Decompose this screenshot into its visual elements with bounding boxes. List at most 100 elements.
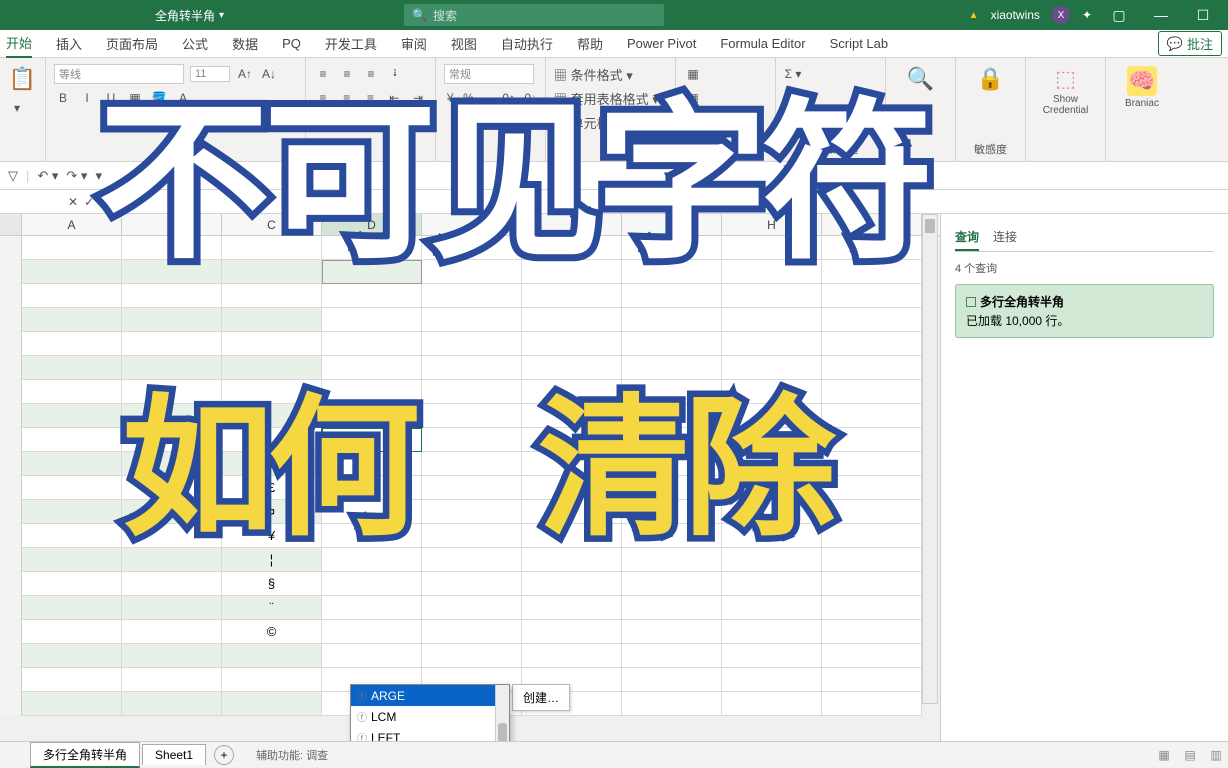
status-text: 辅助功能: 调查 — [256, 747, 328, 763]
column-headers: A C D H — [0, 214, 940, 236]
delete-cells[interactable]: ▦ — [684, 91, 702, 105]
minimize-button[interactable]: — — [1146, 7, 1176, 23]
comma-button[interactable]: , — [481, 91, 493, 105]
col-A[interactable]: A — [22, 214, 122, 235]
col-I[interactable] — [822, 214, 922, 235]
border-button[interactable]: ▦ — [126, 91, 144, 105]
col-G[interactable] — [622, 214, 722, 235]
user-name[interactable]: xiaotwins — [991, 8, 1040, 22]
tab-scriptlab[interactable]: Script Lab — [830, 32, 889, 55]
tab-developer[interactable]: 开发工具 — [325, 30, 377, 57]
tab-formula-editor[interactable]: Formula Editor — [720, 32, 805, 55]
align-mid[interactable]: ≡ — [338, 67, 356, 81]
tab-layout[interactable]: 页面布局 — [106, 30, 158, 57]
italic-button[interactable]: I — [78, 91, 96, 105]
align-left[interactable]: ≡ — [314, 91, 332, 105]
autocomplete-item[interactable]: ⓕARGE — [351, 685, 509, 706]
autocomplete-item[interactable]: ⓕLCM — [351, 706, 509, 727]
cond-format-button[interactable]: ▦ 条件格式 ▾ — [554, 65, 633, 84]
warning-icon[interactable]: ▲ — [969, 10, 979, 21]
currency-button[interactable]: ¥ — [444, 91, 456, 105]
view-break-icon[interactable]: ▥ — [1204, 748, 1228, 762]
query-icon — [966, 297, 976, 307]
cell-style-button[interactable]: ▦ 单元样式 ▾ — [554, 113, 633, 132]
format-cells[interactable]: ▦ — [684, 115, 702, 129]
col-B[interactable] — [122, 214, 222, 235]
tab-automate[interactable]: 自动执行 — [501, 30, 553, 57]
tab-review[interactable]: 审阅 — [401, 30, 427, 57]
table-style-button[interactable]: ▦ 套用表格格式 ▾ — [554, 89, 659, 108]
autocomplete-scrollbar[interactable] — [495, 685, 509, 741]
tab-pq[interactable]: PQ — [282, 32, 301, 55]
tab-formulas[interactable]: 公式 — [182, 30, 208, 57]
enter-formula-icon[interactable]: ✓ — [84, 195, 94, 209]
pane-tab-queries[interactable]: 查询 — [955, 224, 979, 251]
underline-button[interactable]: U — [102, 91, 120, 105]
pane-tab-connections[interactable]: 连接 — [993, 224, 1017, 251]
insert-cells[interactable]: ▦ — [684, 67, 702, 81]
tab-home[interactable]: 开始 — [6, 29, 32, 58]
redo-button[interactable]: ↷ ▾ — [66, 168, 87, 184]
align-top[interactable]: ≡ — [314, 67, 332, 81]
braniac-button[interactable]: 🧠Braniac — [1114, 62, 1170, 113]
align-bot[interactable]: ≡ — [362, 67, 380, 81]
sort-filter-button[interactable]: A↓Z — [784, 91, 802, 105]
indent-inc[interactable]: ⇥ — [409, 91, 427, 105]
font-color-button[interactable]: A — [174, 91, 192, 105]
comments-button[interactable]: 💬 批注 — [1158, 31, 1222, 56]
dec-dec[interactable]: .0↓ — [521, 91, 537, 105]
number-format-combo[interactable]: 常规 — [444, 64, 534, 84]
find-select-button[interactable]: 🔍 — [894, 62, 947, 96]
align-right[interactable]: ≡ — [362, 91, 380, 105]
avatar[interactable]: X — [1052, 6, 1070, 24]
font-name-combo[interactable]: 等线 — [54, 64, 184, 84]
cancel-formula-icon[interactable]: ✕ — [68, 195, 78, 209]
customize-arrow[interactable]: ▾ — [95, 168, 102, 184]
orientation-button[interactable]: ⭭ — [386, 64, 404, 85]
percent-button[interactable]: % — [462, 91, 474, 105]
sensitivity-button[interactable]: 🔒 — [964, 62, 1017, 96]
document-title[interactable]: 全角转半角 ▾ — [155, 7, 224, 24]
col-E[interactable] — [422, 214, 522, 235]
autosum-button[interactable]: Σ ▾ — [784, 67, 802, 81]
col-H[interactable]: H — [722, 214, 822, 235]
tab-powerpivot[interactable]: Power Pivot — [627, 32, 696, 55]
indent-dec[interactable]: ⇤ — [385, 91, 403, 105]
query-item[interactable]: 多行全角转半角 已加载 10,000 行。 — [955, 284, 1214, 338]
grid-vertical-scrollbar[interactable] — [922, 214, 938, 704]
search-input[interactable]: 🔍 搜索 — [404, 4, 664, 26]
spreadsheet-grid[interactable]: A C D H ¢£¤¥¦§¨© ⓕARGEⓕLCMⓕLEFTⓕLEFTBⓕLE… — [0, 214, 940, 741]
coming-soon-icon[interactable]: ✦ — [1082, 8, 1092, 22]
view-page-icon[interactable]: ▤ — [1178, 748, 1202, 762]
tab-insert[interactable]: 插入 — [56, 30, 82, 57]
maximize-button[interactable]: ☐ — [1188, 7, 1218, 24]
undo-button[interactable]: ↶ ▾ — [37, 168, 58, 184]
ribbon-display-button[interactable]: ▢ — [1104, 7, 1134, 24]
sheet-tab-1[interactable]: 多行全角转半角 — [30, 742, 140, 768]
fx-button[interactable]: fx — [102, 195, 123, 209]
fill-color-button[interactable]: 🪣 — [150, 91, 168, 105]
paste-button[interactable]: 📋 — [8, 62, 37, 96]
add-sheet-button[interactable]: + — [214, 745, 234, 765]
bold-button[interactable]: B — [54, 91, 72, 105]
view-normal-icon[interactable]: ▦ — [1152, 748, 1176, 762]
show-credential-button[interactable]: ⬚Show Credential — [1034, 62, 1097, 120]
font-size-combo[interactable]: 11 — [190, 66, 230, 82]
font-grow[interactable]: A↑ — [236, 67, 254, 81]
dec-inc[interactable]: .0↑ — [499, 91, 515, 105]
col-D[interactable]: D — [322, 214, 422, 235]
tab-help[interactable]: 帮助 — [577, 30, 603, 57]
autocomplete-item[interactable]: ⓕLEFT — [351, 727, 509, 741]
align-center[interactable]: ≡ — [338, 91, 356, 105]
font-shrink[interactable]: A↓ — [260, 67, 278, 81]
tab-view[interactable]: 视图 — [451, 30, 477, 57]
function-autocomplete[interactable]: ⓕARGEⓕLCMⓕLEFTⓕLEFTBⓕLENⓕLENBⓕLETⓕLINEST… — [350, 684, 510, 741]
paste-dropdown[interactable]: ▾ — [8, 101, 26, 115]
select-all-corner[interactable] — [0, 214, 22, 235]
sheet-tab-2[interactable]: Sheet1 — [142, 744, 206, 765]
tab-data[interactable]: 数据 — [232, 30, 258, 57]
filter-button[interactable]: ▽ — [8, 168, 18, 184]
col-C[interactable]: C — [222, 214, 322, 235]
group-label-sort: 排序和筛选 — [784, 139, 877, 157]
col-F[interactable] — [522, 214, 622, 235]
